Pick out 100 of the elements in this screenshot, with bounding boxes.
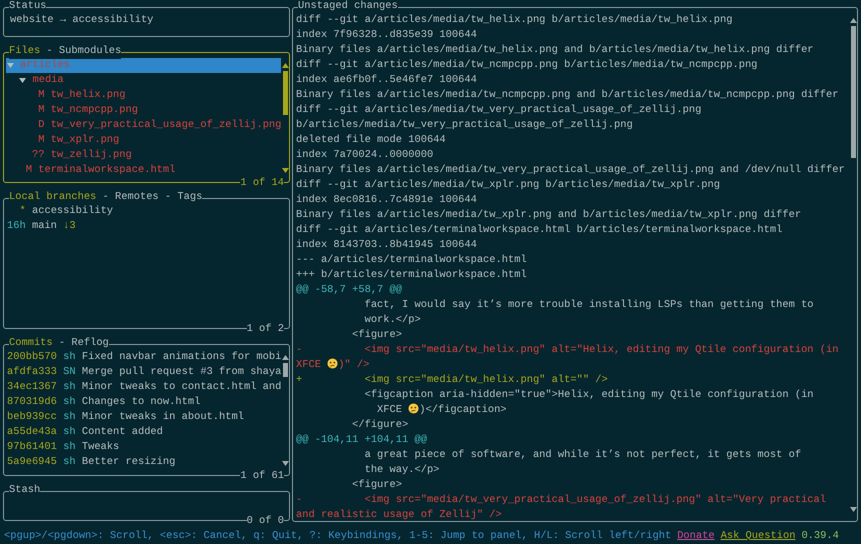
panel-tab[interactable]: Remotes <box>115 190 159 205</box>
diff-line: + <img src="media/tw_helix.png" alt="" /> <box>295 373 609 388</box>
branch-age: 16h <box>7 219 26 234</box>
panel-tab[interactable]: Tags <box>177 190 202 205</box>
behind-count: ↓3 <box>63 219 76 234</box>
thinking-face-icon <box>327 358 338 369</box>
file-tree-row[interactable]: M tw_helix.png <box>6 88 281 103</box>
commit-hash: 5a9e6945 <box>7 455 57 470</box>
panel-title: Unstaged changes <box>298 0 398 14</box>
panel-tab[interactable]: Files <box>9 44 40 59</box>
file-tree-row[interactable]: ?? tw_zellij.png <box>6 148 281 163</box>
file-status: M <box>37 133 44 148</box>
tab-separator: - <box>164 190 172 205</box>
file-tree-row[interactable]: media <box>6 73 281 88</box>
ask-question-link[interactable]: Ask Question <box>720 528 796 544</box>
file-name: tw_helix.png <box>50 88 126 103</box>
panel-tab[interactable]: Reflog <box>71 336 109 351</box>
diff-line: --- a/articles/terminalworkspace.html <box>295 253 528 268</box>
file-tree-row[interactable]: M tw_ncmpcpp.png <box>6 103 281 118</box>
file-tree-row[interactable]: M terminalworkspace.html <box>6 163 281 178</box>
file-name: tw_ncmpcpp.png <box>50 103 138 118</box>
diff-line: diff --git a/articles/media/tw_xplr.png b/articles/media/tw_xplr.png <box>295 178 722 193</box>
commit-author: sh <box>63 455 76 470</box>
tab-separator: - <box>58 336 66 351</box>
commit-hash: a55de43a <box>7 425 57 440</box>
scrollbar-thumb[interactable] <box>850 26 856 158</box>
commit-author: sh <box>63 350 76 365</box>
commit-message: Merge pull request #3 from shaya <box>82 365 282 380</box>
commit-message: Minor tweaks in about.html <box>82 410 244 425</box>
file-name: tw_very_practical_usage_of_zellij.png <box>50 118 282 133</box>
diff-line: Binary files a/articles/media/tw_xplr.png and b/articles/media/tw_xplr.png differ <box>295 208 802 223</box>
scroll-down-icon <box>850 506 856 513</box>
file-status: M <box>37 103 44 118</box>
file-tree-row[interactable]: M tw_xplr.png <box>6 133 281 148</box>
commit-message: Better resizing <box>82 455 176 470</box>
scroll-up-icon <box>850 17 856 24</box>
tab-separator: - <box>46 44 53 59</box>
thinking-face-icon <box>408 403 420 414</box>
scrollbar-thumb[interactable] <box>282 363 288 377</box>
commit-message: Changes to now.html <box>82 395 200 410</box>
diff-line: <figcaption aria-hidden="true">Helix, editing my Qtile configuration (in <box>364 388 815 403</box>
diff-line: index 7a70024..0000000 <box>295 148 434 163</box>
diff-line: - <img src="media/tw_very_practical_usage_of_zellij.png" alt="Very practical <box>295 493 828 508</box>
panel-tab[interactable]: Submodules <box>58 44 122 59</box>
scroll-up-icon <box>282 354 288 361</box>
diff-line: a great piece of software, and while it’s not perfect, it gets most of <box>364 448 802 463</box>
file-status: M <box>24 163 32 178</box>
file-name: tw_zellij.png <box>50 148 132 163</box>
panel-title: Stash <box>9 483 40 498</box>
commit-hash: beb939cc <box>7 410 57 425</box>
diff-line: index ae6fb0f..5e46fe7 100644 <box>295 73 478 88</box>
version-label: 0.39.4 <box>801 528 839 544</box>
diff-line: diff --git a/articles/media/tw_very_practical_usage_of_zellij.png <box>295 103 702 118</box>
diff-line: </figure> <box>351 418 410 433</box>
commit-message: Tweaks <box>82 440 120 455</box>
commit-author: sh <box>63 440 76 455</box>
diff-line: @@ -104,11 +104,11 @@ <box>295 433 428 448</box>
diff-line: index 8ec0816..7c4891e 100644 <box>295 193 478 208</box>
current-branch-marker: * <box>20 204 26 219</box>
donate-link[interactable]: Donate <box>677 528 715 544</box>
commit-hash: 34ec1367 <box>7 380 57 395</box>
tab-separator: - <box>102 190 109 205</box>
diff-line: XFCE )" /> <box>295 358 370 373</box>
scrollbar-thumb[interactable] <box>282 71 288 115</box>
panel-title: Status <box>9 0 46 14</box>
status-text: website → accessibility <box>9 13 154 28</box>
keybinding-hints: <pgup>/<pgdown>: Scroll, <esc>: Cancel, q: Quit, ?: Keybindings, 1-5: Jump to panel, H/L: Scroll left/right <box>4 528 672 544</box>
commit-message: Content added <box>82 425 163 440</box>
diff-line: index 7f96328..d835e39 100644 <box>295 28 478 43</box>
diff-line: b/articles/media/tw_very_practical_usage_of_zellij.png <box>295 118 634 133</box>
commit-author: SN <box>63 365 76 380</box>
folder-name: articles <box>20 58 70 73</box>
commit-author: sh <box>63 425 76 440</box>
panel-tab[interactable]: Local branches <box>9 190 96 205</box>
diff-line: fact, I would say it’s more trouble installing LSPs than getting them to <box>364 298 815 313</box>
diff-line: diff --git a/articles/media/tw_ncmpcpp.png b/articles/media/tw_ncmpcpp.png <box>295 58 758 73</box>
folder-name: media <box>32 73 64 88</box>
branch-name[interactable]: accessibility <box>32 204 114 219</box>
file-name: terminalworkspace.html <box>38 163 176 178</box>
diff-line: Binary files a/articles/media/tw_helix.png and b/articles/media/tw_helix.png differ <box>295 43 815 58</box>
commit-hash: afdfa333 <box>7 365 57 380</box>
file-status: ?? <box>32 148 44 163</box>
diff-line: +++ b/articles/terminalworkspace.html <box>295 268 528 283</box>
diff-line: @@ -58,7 +58,7 @@ <box>295 283 404 298</box>
scroll-up-icon <box>282 62 288 69</box>
diff-line: XFCE )</figcaption> <box>376 403 508 418</box>
scroll-down-icon <box>282 167 288 174</box>
diff-line: diff --git a/articles/terminalworkspace.html b/articles/terminalworkspace.html <box>295 223 784 238</box>
commit-author: sh <box>63 410 76 425</box>
diff-line: - <img src="media/tw_helix.png" alt="Helix, editing my Qtile configuration (in <box>295 343 840 358</box>
panel-tab[interactable]: Commits <box>9 336 53 351</box>
diff-line: <figure> <box>351 328 404 343</box>
diff-line: index 8143703..8b41945 100644 <box>295 238 478 253</box>
file-tree-row[interactable]: D tw_very_practical_usage_of_zellij.png <box>6 118 281 133</box>
diff-line: Binary files a/articles/media/tw_ncmpcpp.png and b/articles/media/tw_ncmpcpp.png differ <box>295 88 840 103</box>
scroll-down-icon <box>282 460 288 467</box>
diff-line: <figure> <box>351 478 404 493</box>
branch-name[interactable]: main <box>32 219 57 234</box>
file-name: tw_xplr.png <box>50 133 120 148</box>
diff-line: diff --git a/articles/media/tw_helix.png b/articles/media/tw_helix.png <box>295 13 734 28</box>
